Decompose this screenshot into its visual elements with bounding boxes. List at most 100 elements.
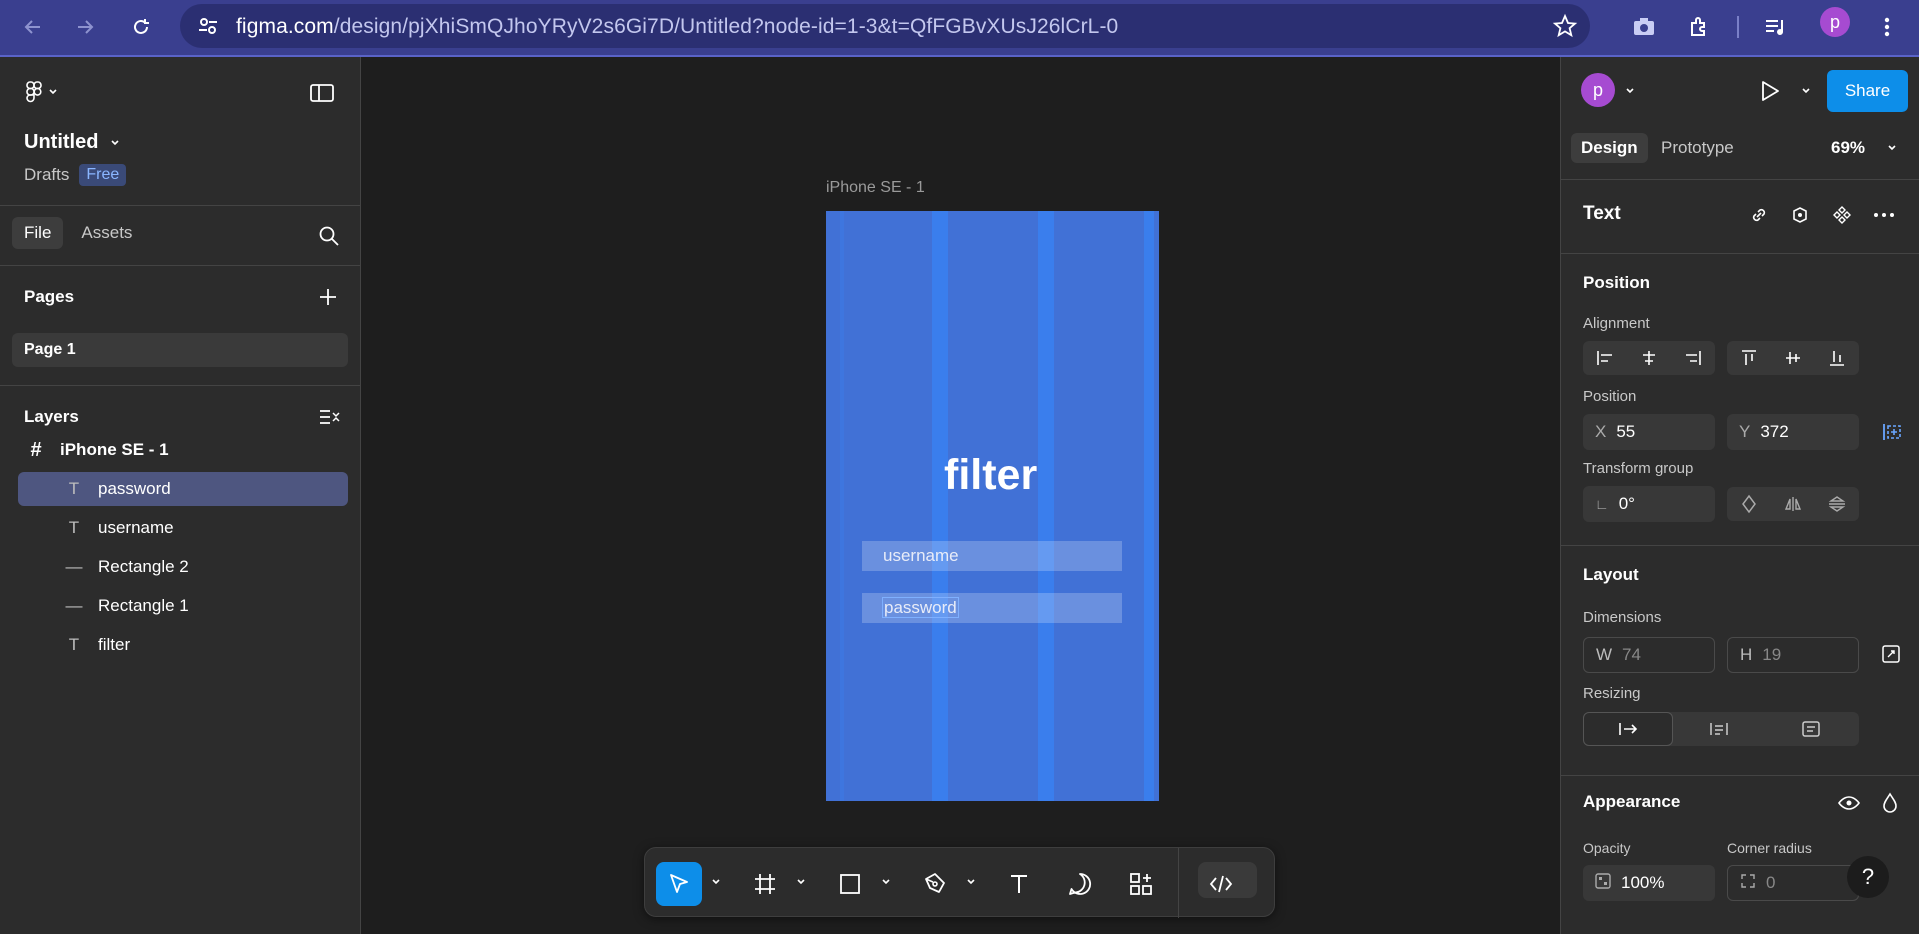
y-label: Y [1739,422,1751,441]
help-button[interactable]: ? [1847,856,1889,898]
transform-group-label: Transform group [1583,460,1694,477]
tab-prototype[interactable]: Prototype [1651,133,1744,163]
chevron-down-icon[interactable] [1887,144,1897,152]
layer-item-username[interactable]: T username [18,511,348,545]
page-item[interactable]: Page 1 [12,333,348,367]
move-tool-icon[interactable] [656,862,702,906]
password-field[interactable]: password [862,593,1122,623]
opacity-value: 100% [1621,873,1665,892]
iphone-frame[interactable]: filter username password [826,211,1159,801]
forward-icon[interactable] [66,8,104,46]
username-field[interactable]: username [862,541,1122,571]
align-top-icon[interactable] [1727,341,1771,375]
user-avatar[interactable]: p [1581,73,1615,107]
chevron-down-icon[interactable] [881,878,891,886]
layout-grid-column [840,211,844,801]
chevron-down-icon[interactable] [1625,87,1635,95]
filter-heading[interactable]: filter [944,451,1037,500]
constraints-icon[interactable] [1881,421,1905,448]
main-menu-button[interactable] [26,81,58,103]
resize-to-fit-icon[interactable] [1881,644,1901,669]
divider [1561,179,1919,180]
y-position-field[interactable]: Y 372 [1727,414,1859,450]
figma-logo-icon [26,81,42,103]
username-text[interactable]: username [883,546,959,565]
component-icon[interactable] [1832,205,1852,230]
profile-avatar[interactable]: p [1820,7,1850,37]
align-left-icon[interactable] [1583,341,1627,375]
more-options-icon[interactable] [1873,205,1895,230]
drafts-link[interactable]: Drafts [24,165,69,185]
align-bottom-icon[interactable] [1815,341,1859,375]
blend-mode-drop-icon[interactable] [1881,792,1899,819]
auto-width-icon[interactable] [1583,712,1673,746]
comment-tool-icon[interactable] [1057,862,1103,906]
align-middle-icon[interactable] [1771,341,1815,375]
fixed-size-icon[interactable] [1765,712,1857,746]
media-controls-icon[interactable] [1757,8,1795,46]
bookmark-star-icon[interactable] [1552,13,1578,44]
layer-item-rectangle-1[interactable]: — Rectangle 1 [18,589,348,623]
link-icon[interactable] [1749,205,1769,230]
width-field[interactable]: W 74 [1583,637,1715,673]
layer-name: iPhone SE - 1 [60,440,169,459]
sidebar-toggle-icon[interactable] [310,83,334,108]
collapse-layers-icon[interactable] [318,407,340,432]
opacity-field[interactable]: 100% [1583,865,1715,901]
layer-name: Rectangle 2 [98,557,189,576]
layer-item-rectangle-2[interactable]: — Rectangle 2 [18,550,348,584]
opacity-label: Opacity [1583,840,1631,856]
address-bar[interactable]: figma.com/design/pjXhiSmQJhoYRyV2s6Gi7D/… [180,4,1590,48]
corner-radius-field[interactable]: 0 [1727,865,1859,901]
plan-badge[interactable]: Free [79,164,127,186]
chevron-down-icon[interactable] [966,878,976,886]
search-icon[interactable] [318,225,340,252]
pages-title: Pages [24,287,75,306]
site-settings-icon[interactable] [196,14,220,43]
frame-label[interactable]: iPhone SE - 1 [826,179,925,197]
frame-tool-icon[interactable] [742,862,788,906]
chevron-down-icon[interactable] [796,878,806,886]
design-canvas[interactable]: iPhone SE - 1 filter username password [362,57,1560,934]
align-center-icon[interactable] [1627,341,1671,375]
flip-horizontal-icon[interactable] [1771,487,1815,521]
share-button[interactable]: Share [1827,70,1908,112]
reload-icon[interactable] [122,8,160,46]
layer-item-password[interactable]: T password [18,472,348,506]
align-right-icon[interactable] [1671,341,1715,375]
dimensions-label: Dimensions [1583,609,1662,626]
tab-file[interactable]: File [12,217,64,249]
browser-menu-icon[interactable] [1868,8,1906,46]
code-icon[interactable] [1198,862,1244,906]
password-text[interactable]: password [882,597,959,618]
tab-design[interactable]: Design [1571,133,1648,163]
chevron-down-icon[interactable] [1801,87,1811,95]
visibility-eye-icon[interactable] [1837,794,1861,817]
layout-grid-column [1144,211,1154,801]
present-play-icon[interactable] [1759,79,1781,108]
file-title[interactable]: Untitled [24,131,120,154]
tab-assets[interactable]: Assets [69,217,144,249]
rectangle-icon: — [65,596,83,615]
layer-item-filter[interactable]: T filter [18,628,348,662]
style-icon[interactable] [1790,205,1810,230]
browser-toolbar: figma.com/design/pjXhiSmQJhoYRyV2s6Gi7D/… [0,0,1919,57]
pen-tool-icon[interactable] [912,862,958,906]
screenshot-icon[interactable] [1625,8,1663,46]
rotation-field[interactable]: ∟ 0° [1583,486,1715,522]
x-position-field[interactable]: X 55 [1583,414,1715,450]
layer-item-frame[interactable]: # iPhone SE - 1 [18,433,348,467]
actions-tool-icon[interactable] [1118,862,1164,906]
rectangle-tool-icon[interactable] [827,862,873,906]
auto-height-icon[interactable] [1673,712,1765,746]
text-tool-icon[interactable] [996,862,1042,906]
extensions-icon[interactable] [1680,8,1718,46]
rotate-icon[interactable] [1727,487,1771,521]
back-icon[interactable] [14,8,52,46]
zoom-level[interactable]: 69% [1831,138,1865,158]
flip-vertical-icon[interactable] [1815,487,1859,521]
chevron-down-icon[interactable] [711,878,721,886]
layout-grid-column [1038,211,1054,801]
add-page-icon[interactable] [318,287,338,312]
height-field[interactable]: H 19 [1727,637,1859,673]
